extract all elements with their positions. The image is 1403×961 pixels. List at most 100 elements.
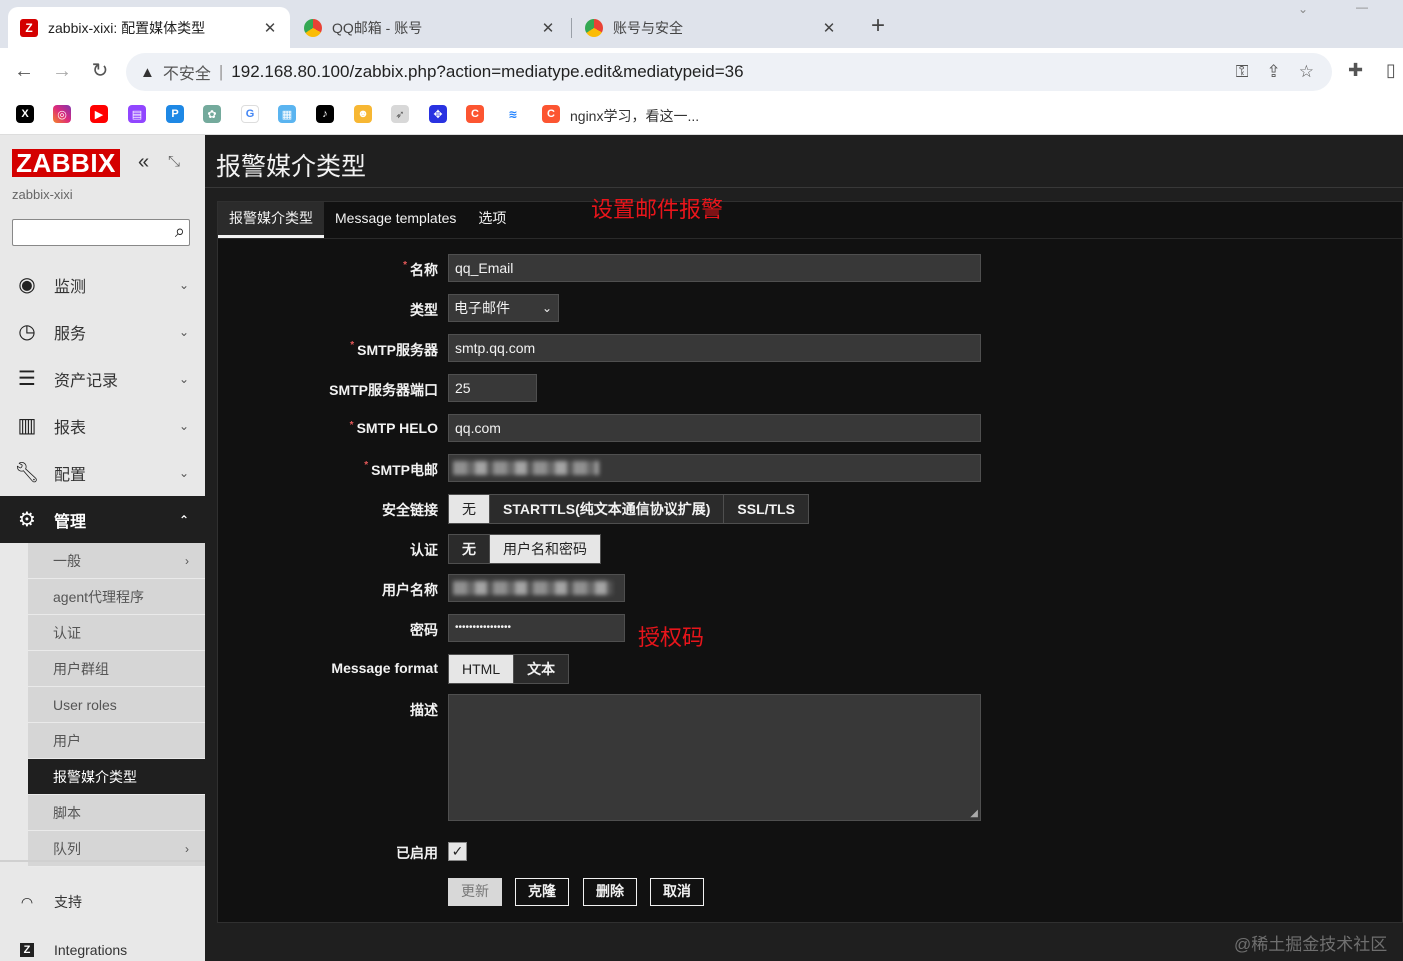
menu-item-monitoring[interactable]: ◉ 监测 ⌄ [0,261,205,308]
security-option-starttls[interactable]: STARTTLS(纯文本通信协议扩展) [490,495,725,523]
bar-chart-icon: ▥ [17,415,37,437]
required-asterisk: * [349,420,354,431]
new-tab-button[interactable]: + [866,14,890,38]
title-divider [205,187,1403,188]
bookmark-label[interactable]: nginx学习，看这一... [570,106,699,126]
twitch-icon[interactable]: ▤ [128,105,146,123]
submenu-item-label: 用户群组 [53,660,109,677]
browser-tab-zabbix[interactable]: Z zabbix-xixi: 配置媒体类型 ✕ [8,7,290,48]
rocket-bookmark-icon[interactable]: ➶ [391,105,409,123]
name-input[interactable]: qq_Email [448,254,981,282]
close-icon[interactable]: ✕ [262,19,278,37]
menu-item-label: 报表 [54,419,87,437]
csdn-icon[interactable]: C [466,105,484,123]
menu-item-configuration[interactable]: 🔧︎ 配置 ⌄ [0,449,205,496]
menu-item-label: 配置 [54,466,87,484]
smtp-server-input[interactable]: smtp.qq.com [448,334,981,362]
wrench-icon: 🔧︎ [14,462,40,484]
security-option-ssl-tls[interactable]: SSL/TLS [724,495,808,523]
close-icon[interactable]: ✕ [821,19,837,37]
forward-arrow-icon[interactable]: → [50,59,74,83]
back-arrow-icon[interactable]: ← [12,59,36,83]
youtube-icon[interactable]: ▶ [90,105,108,123]
username-label: 用户名称 [382,582,438,598]
delete-button[interactable]: 删除 [583,878,637,906]
security-option-none[interactable]: 无 [449,495,490,523]
share-icon[interactable]: ⇪ [1267,62,1281,82]
update-button[interactable]: 更新 [448,878,502,906]
submenu-item-authentication[interactable]: 认证 [28,615,205,651]
url-text[interactable]: 192.168.80.100/zabbix.php?action=mediaty… [231,62,743,82]
format-option-html[interactable]: HTML [449,655,515,683]
enabled-checkbox[interactable]: ✓ [448,842,467,861]
smtp-port-input[interactable]: 25 [448,374,537,402]
warning-triangle-icon[interactable]: ▲ [140,64,155,81]
csdn-icon[interactable]: C [542,105,560,123]
smtp-helo-input[interactable]: qq.com [448,414,981,442]
format-option-text[interactable]: 文本 [514,655,569,683]
tab-media-type[interactable]: 报警媒介类型 [218,202,324,238]
insecure-label[interactable]: 不安全 [163,60,211,84]
zabbix-logo[interactable]: ZABBIX [12,149,120,177]
extensions-puzzle-icon[interactable]: ✚ [1348,60,1363,81]
juejin-icon[interactable]: ≋ [504,105,522,123]
mascot-bookmark-icon[interactable]: ☻ [354,105,372,123]
smtp-helo-label: * SMTP HELO [218,420,438,436]
menu-item-integrations[interactable]: Z Integrations [0,930,205,961]
clone-button[interactable]: 克隆 [515,878,569,906]
menu-item-reports[interactable]: ▥ 报表 ⌄ [0,402,205,449]
submenu-item-users[interactable]: 用户 [28,723,205,759]
kiosk-mode-icon[interactable]: ⤡ [168,153,180,170]
tabs-divider [218,238,1403,239]
calendar-bookmark-icon[interactable]: ▦ [278,105,296,123]
minimize-icon[interactable]: — [1356,0,1368,14]
type-select[interactable]: 电子邮件 ⌄ [448,294,559,322]
sidebar-search-input[interactable]: ⌕ [12,219,190,246]
tab-message-templates[interactable]: Message templates [324,202,467,238]
address-bar[interactable]: ▲ 不安全 | 192.168.80.100/zabbix.php?action… [126,53,1332,91]
username-input[interactable] [448,574,625,602]
tab-search-chevron-icon[interactable]: ⌄ [1298,2,1308,16]
submenu-item-scripts[interactable]: 脚本 [28,795,205,831]
close-icon[interactable]: ✕ [540,19,556,37]
description-textarea[interactable]: ◢ [448,694,981,821]
openai-icon[interactable]: ✿ [203,105,221,123]
submenu-item-user-roles[interactable]: User roles [28,687,205,723]
submenu-item-general[interactable]: 一般 › [28,543,205,579]
auth-option-none[interactable]: 无 [449,535,490,563]
collapse-sidebar-icon[interactable]: « [138,151,149,174]
name-label: * 名称 [218,260,438,280]
type-selected-value: 电子邮件 [454,300,510,316]
auth-option-username-password[interactable]: 用户名和密码 [490,535,600,563]
submenu-item-user-groups[interactable]: 用户群组 [28,651,205,687]
tiktok-icon[interactable]: ♪ [316,105,334,123]
menu-item-support[interactable]: ◠ 支持 [0,882,205,922]
p-bookmark-icon[interactable]: P [166,105,184,123]
menu-item-services[interactable]: ◷ 服务 ⌄ [0,308,205,355]
submenu-item-media-types[interactable]: 报警媒介类型 [28,759,205,795]
tab-label: zabbix-xixi: 配置媒体类型 [48,19,206,36]
chevron-right-icon: › [185,841,189,856]
star-icon[interactable]: ☆ [1299,62,1314,82]
side-panel-icon[interactable]: ▯ [1386,60,1396,81]
browser-tab-qqmail[interactable]: QQ邮箱 - 账号 ✕ [292,7,568,48]
x-twitter-icon[interactable]: X [16,105,34,123]
smtp-email-input[interactable] [448,454,981,482]
tab-options[interactable]: 选项 [467,202,517,238]
search-icon[interactable]: ⌕ [175,221,185,242]
password-input[interactable]: •••••••••••••••• [448,614,625,642]
cancel-button[interactable]: 取消 [650,878,704,906]
submenu-item-proxies[interactable]: agent代理程序 [28,579,205,615]
menu-item-inventory[interactable]: ☰ 资产记录 ⌄ [0,355,205,402]
media-type-form: 报警媒介类型 Message templates 选项 设置邮件报警 * 名称 q… [217,197,1403,923]
menu-item-label: 资产记录 [54,372,119,390]
resize-handle-icon[interactable]: ◢ [970,808,978,819]
google-icon[interactable]: G [241,105,259,123]
menu-item-administration[interactable]: ⚙ 管理 ⌃ [0,496,205,543]
instagram-icon[interactable]: ◎ [53,105,71,123]
key-icon[interactable]: ⚿ [1236,62,1249,82]
reload-icon[interactable]: ↻ [88,59,112,83]
browser-tab-account-security[interactable]: 账号与安全 ✕ [573,7,849,48]
baidu-paw-icon[interactable]: ✥ [429,105,447,123]
tab-label: QQ邮箱 - 账号 [332,19,423,36]
